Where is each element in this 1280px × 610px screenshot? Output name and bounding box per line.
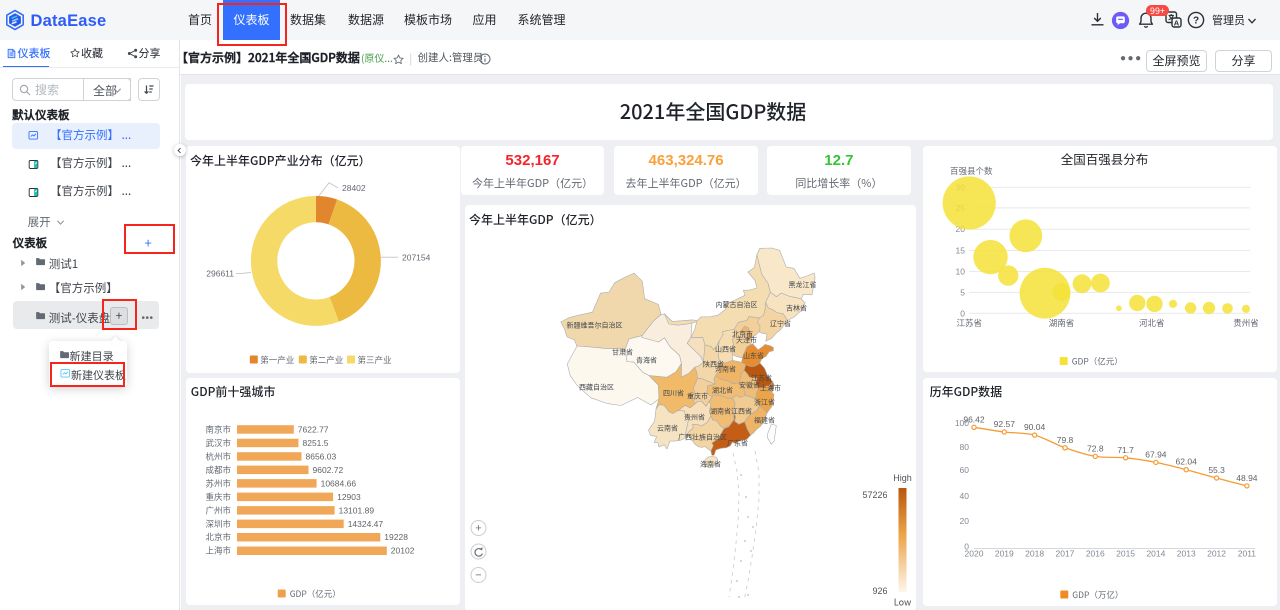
svg-text:苏州市: 苏州市	[205, 477, 231, 489]
svg-text:甘肃省: 甘肃省	[612, 347, 633, 357]
svg-text:GDP（亿元）: GDP（亿元）	[1072, 356, 1123, 368]
svg-text:296611: 296611	[206, 269, 234, 279]
svg-text:青海省: 青海省	[636, 355, 657, 365]
svg-text:2018: 2018	[1025, 548, 1044, 558]
svg-text:A: A	[1174, 18, 1180, 27]
svg-text:79.8: 79.8	[1057, 434, 1074, 444]
svg-text:20: 20	[960, 516, 970, 526]
svg-text:南京市: 南京市	[205, 423, 231, 435]
svg-text:山西省: 山西省	[715, 344, 736, 354]
svg-text:80: 80	[960, 441, 970, 451]
svg-text:96.42: 96.42	[963, 414, 985, 424]
svg-text:杭州市: 杭州市	[205, 450, 231, 462]
svg-text:2020: 2020	[965, 548, 984, 558]
svg-text:四川省: 四川省	[663, 388, 684, 398]
svg-text:广东省: 广东省	[727, 438, 748, 448]
svg-text:Low: Low	[893, 595, 910, 608]
svg-text:19228: 19228	[384, 532, 408, 542]
svg-text:40: 40	[960, 490, 970, 500]
svg-text:−: −	[475, 569, 481, 581]
svg-text:广州市: 广州市	[205, 504, 231, 516]
svg-text:2015: 2015	[1116, 548, 1135, 558]
svg-text:10684.66: 10684.66	[321, 478, 357, 488]
svg-text:48.94: 48.94	[1236, 472, 1258, 482]
svg-text:全国百强县分布: 全国百强县分布	[1061, 149, 1149, 168]
svg-text:60: 60	[960, 464, 970, 474]
svg-text:+: +	[475, 522, 481, 534]
svg-text:55.3: 55.3	[1208, 465, 1225, 475]
svg-text:926: 926	[872, 586, 887, 596]
svg-text:上海市: 上海市	[205, 544, 231, 556]
svg-text:2013: 2013	[1177, 548, 1196, 558]
svg-text:河南省: 河南省	[715, 364, 736, 374]
svg-text:2019: 2019	[995, 548, 1014, 558]
svg-text:7622.77: 7622.77	[298, 424, 329, 434]
svg-text:High: High	[893, 473, 912, 483]
svg-text:62.04: 62.04	[1176, 456, 1198, 466]
svg-text:71.7: 71.7	[1117, 444, 1134, 454]
svg-text:20102: 20102	[391, 545, 415, 555]
svg-text:江西省: 江西省	[731, 406, 752, 416]
svg-text:安徽省: 安徽省	[739, 380, 760, 390]
svg-text:上海市: 上海市	[760, 383, 781, 393]
svg-text:72.8: 72.8	[1087, 443, 1104, 453]
svg-text:90.04: 90.04	[1024, 422, 1046, 432]
svg-text:新疆维吾尔自治区: 新疆维吾尔自治区	[566, 320, 622, 330]
svg-text:江苏省: 江苏省	[956, 317, 982, 329]
svg-text:海南省: 海南省	[700, 459, 721, 469]
svg-text:第二产业: 第二产业	[309, 354, 343, 366]
svg-text:黑龙江省: 黑龙江省	[788, 280, 816, 290]
svg-text:2011: 2011	[1238, 548, 1257, 558]
svg-text:北京市: 北京市	[205, 531, 231, 543]
svg-text:辽宁省: 辽宁省	[770, 319, 791, 329]
svg-text:2017: 2017	[1055, 548, 1074, 558]
svg-text:15: 15	[956, 246, 966, 256]
svg-text:福建省: 福建省	[754, 415, 775, 425]
svg-text:广西壮族自治区: 广西壮族自治区	[678, 432, 727, 442]
svg-text:湖南省: 湖南省	[1049, 317, 1075, 329]
svg-text:2014: 2014	[1146, 548, 1165, 558]
svg-text:深圳市: 深圳市	[205, 517, 231, 529]
svg-text:8656.03: 8656.03	[306, 451, 337, 461]
svg-text:207154: 207154	[402, 253, 431, 263]
svg-text:28402: 28402	[342, 183, 366, 193]
svg-text:57226: 57226	[862, 490, 887, 500]
svg-text:2012: 2012	[1207, 548, 1226, 558]
svg-text:云南省: 云南省	[657, 423, 678, 433]
svg-text:?: ?	[1193, 12, 1199, 27]
svg-text:8251.5: 8251.5	[303, 437, 329, 447]
svg-text:贵州省: 贵州省	[684, 412, 705, 422]
svg-text:5: 5	[960, 287, 965, 297]
svg-text:67.94: 67.94	[1145, 449, 1167, 459]
svg-text:河北省: 河北省	[1139, 317, 1165, 329]
svg-text:天津市: 天津市	[736, 335, 757, 345]
svg-text:GDP（万亿）: GDP（万亿）	[1072, 589, 1123, 601]
svg-text:第一产业: 第一产业	[260, 354, 294, 366]
svg-text:浙江省: 浙江省	[754, 397, 775, 407]
svg-text:DataEase: DataEase	[31, 12, 107, 30]
svg-text:百强县个数: 百强县个数	[950, 165, 993, 177]
svg-text:吉林省: 吉林省	[786, 303, 807, 313]
svg-text:重庆市: 重庆市	[205, 490, 231, 502]
svg-text:第三产业: 第三产业	[358, 354, 392, 366]
svg-text:12903: 12903	[337, 491, 361, 501]
svg-text:湖北省: 湖北省	[712, 385, 733, 395]
svg-text:西藏自治区: 西藏自治区	[579, 382, 614, 392]
svg-text:13101.89: 13101.89	[339, 505, 375, 515]
svg-text:GDP（亿元）: GDP（亿元）	[290, 588, 341, 600]
svg-text:10: 10	[956, 267, 966, 277]
svg-text:武汉市: 武汉市	[205, 436, 231, 448]
svg-text:92.57: 92.57	[994, 419, 1016, 429]
svg-text:湖南省: 湖南省	[710, 406, 731, 416]
svg-text:成都市: 成都市	[205, 463, 231, 475]
svg-text:14324.47: 14324.47	[348, 518, 384, 528]
svg-text:9602.72: 9602.72	[313, 464, 344, 474]
svg-text:重庆市: 重庆市	[687, 391, 708, 401]
svg-text:内蒙古自治区: 内蒙古自治区	[715, 300, 757, 310]
svg-text:2016: 2016	[1086, 548, 1105, 558]
svg-text:贵州省: 贵州省	[1233, 317, 1259, 329]
svg-text:山东省: 山东省	[743, 351, 764, 361]
